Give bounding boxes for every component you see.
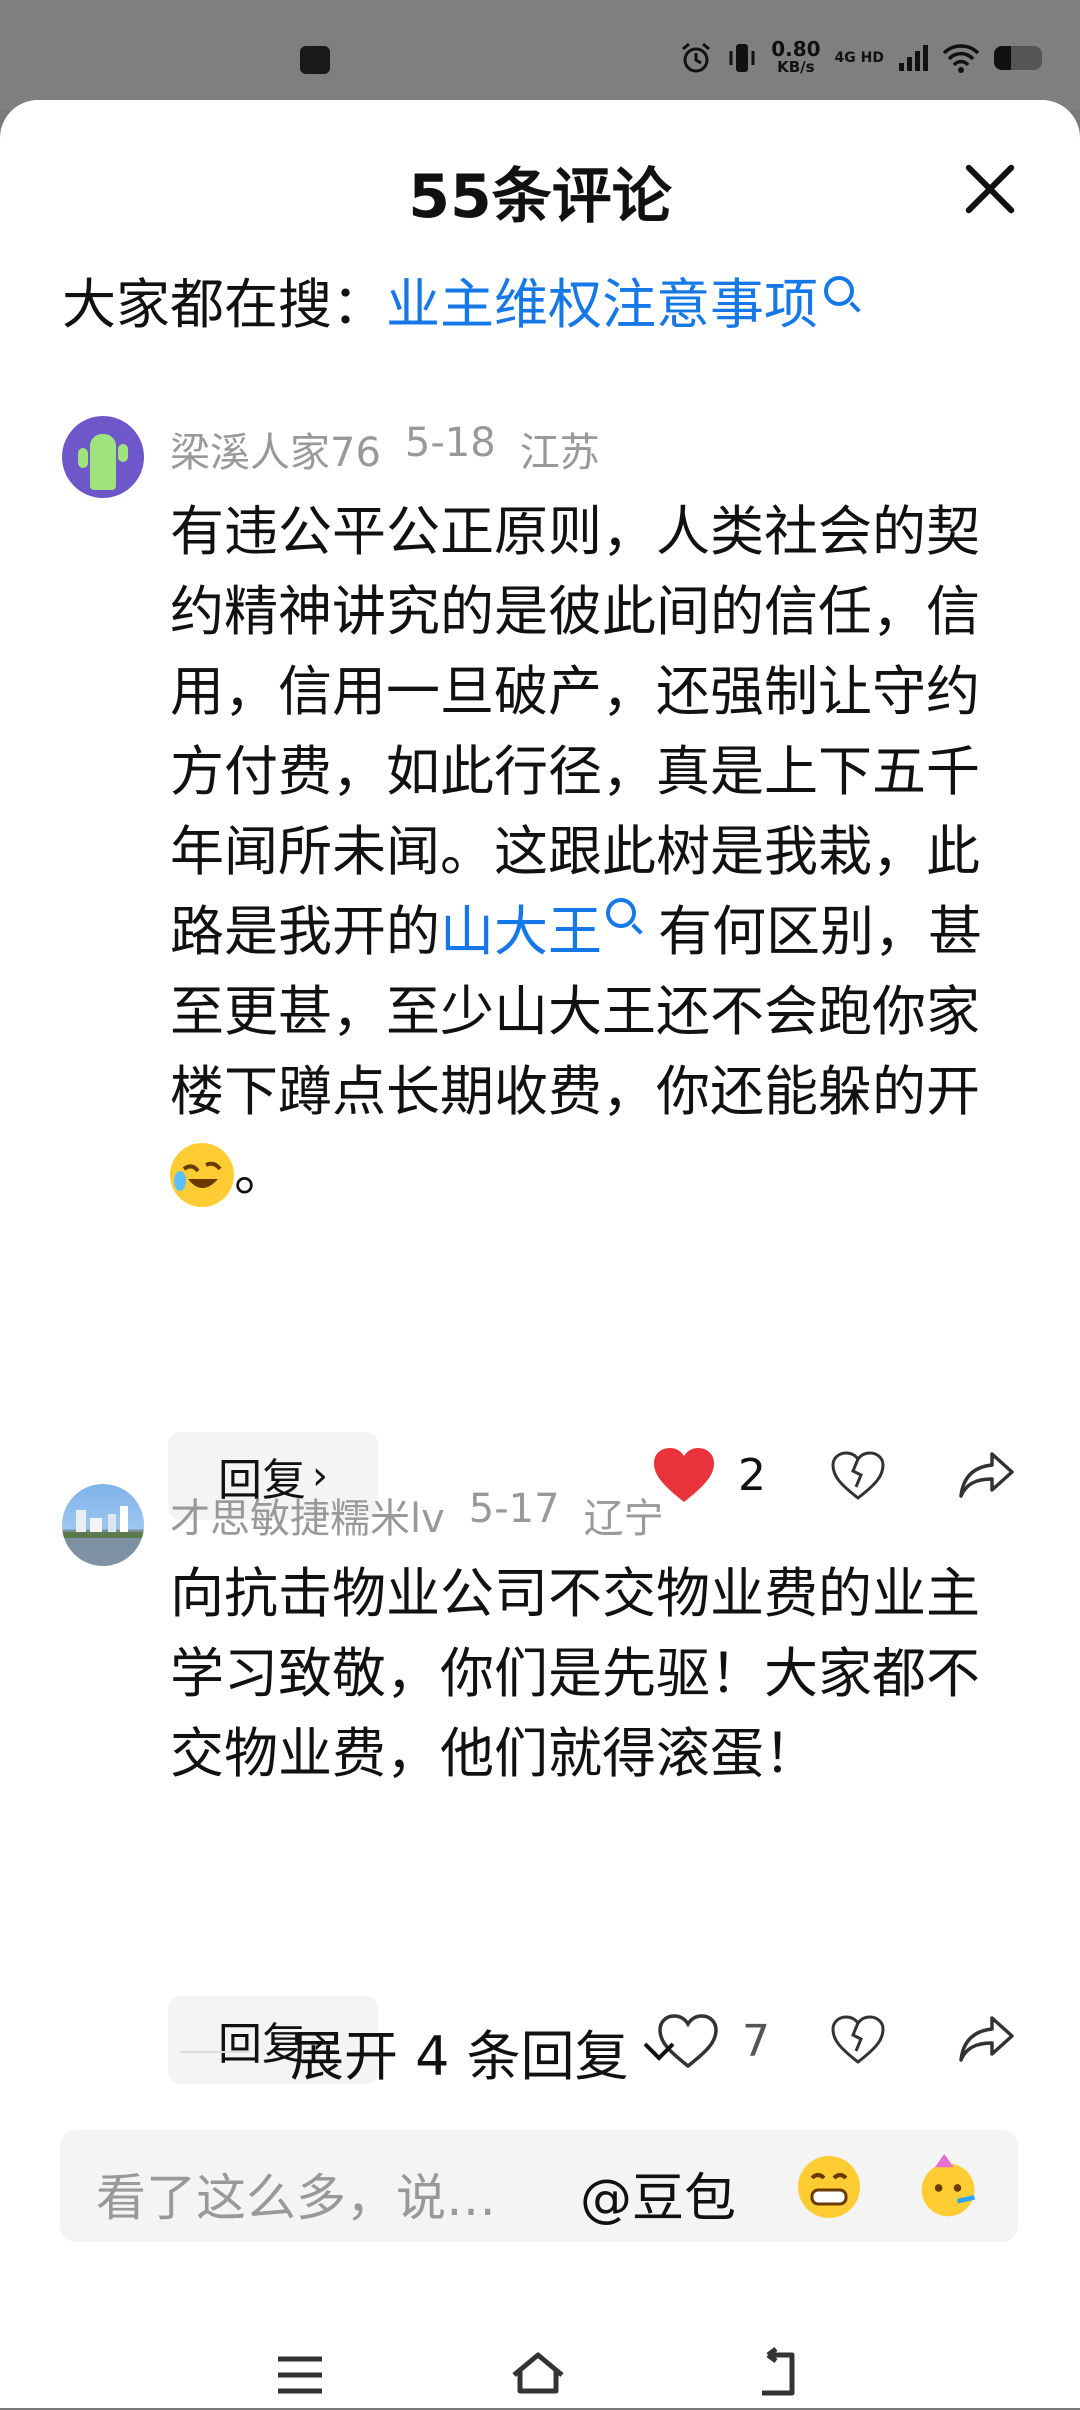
- comment-username[interactable]: 才思敏捷糯米lv: [170, 1486, 445, 1544]
- network-type: 4G HD: [834, 50, 884, 66]
- party-face-emoji-icon[interactable]: [916, 2154, 982, 2220]
- comment-input-placeholder[interactable]: 看了这么多，说…: [96, 2158, 496, 2230]
- like-count: 2: [738, 1449, 766, 1501]
- avatar[interactable]: [62, 416, 144, 498]
- comment-meta: 才思敏捷糯米lv 5-17 辽宁: [170, 1486, 664, 1544]
- comment-meta: 梁溪人家76 5-18 江苏: [170, 420, 600, 478]
- net-speed-value: 0.80: [771, 37, 821, 61]
- dislike-icon[interactable]: [830, 2014, 886, 2066]
- like-count: 7: [742, 2015, 770, 2067]
- share-icon[interactable]: [958, 2014, 1016, 2064]
- battery-icon: [994, 46, 1042, 70]
- wifi-icon: [942, 44, 980, 73]
- grinning-emoji-icon[interactable]: [796, 2154, 862, 2220]
- rolling-on-floor-laughing-emoji-icon: [170, 1143, 234, 1208]
- vibrate-icon: [729, 44, 755, 72]
- comment-text-end: 。: [234, 1140, 288, 1203]
- status-bar: 0.80 KB/s 4G HD: [0, 0, 1080, 110]
- close-button[interactable]: [955, 154, 1025, 224]
- comment-username[interactable]: 梁溪人家76: [170, 420, 381, 478]
- keyword-link[interactable]: 山大王: [440, 900, 602, 963]
- search-icon: [824, 275, 854, 306]
- trending-search: 大家都在搜： 业主维权注意事项: [62, 260, 854, 339]
- chevron-down-icon: [643, 2042, 675, 2061]
- comment-location: 辽宁: [583, 1496, 664, 1542]
- comment-date: 5-17: [468, 1486, 560, 1532]
- comments-sheet: 55条评论 大家都在搜： 业主维权注意事项 梁溪人家76 5-18 江苏 有违公…: [0, 100, 1080, 2408]
- page-title: 55条评论: [408, 162, 672, 232]
- avatar[interactable]: [62, 1484, 144, 1566]
- mention-button[interactable]: @豆包: [580, 2156, 736, 2231]
- trending-search-link[interactable]: 业主维权注意事项: [386, 260, 818, 339]
- signal-icon: [899, 45, 928, 71]
- comment-text-part1: 有违公平公正原则，人类社会的契约精神讲究的是彼此间的信任，信用，信用一旦破产，还…: [170, 500, 980, 963]
- share-icon[interactable]: [958, 1450, 1016, 1500]
- net-speed: 0.80 KB/s: [771, 37, 821, 76]
- back-icon[interactable]: [750, 2345, 810, 2405]
- comment-text: 有违公平公正原则，人类社会的契约精神讲究的是彼此间的信任，信用，信用一旦破产，还…: [170, 492, 1030, 1212]
- comment-location: 江苏: [519, 430, 600, 476]
- expand-replies-label: 展开 4 条回复: [290, 2025, 629, 2088]
- trending-search-prefix: 大家都在搜：: [62, 273, 386, 336]
- like-button[interactable]: 2: [652, 1446, 766, 1504]
- alarm-icon: [682, 42, 711, 73]
- notification-icon: [300, 46, 330, 74]
- divider: [180, 2050, 250, 2053]
- cactus-icon: [78, 434, 128, 490]
- expand-replies-button[interactable]: 展开 4 条回复: [180, 2012, 679, 2091]
- comment-text: 向抗击物业公司不交物业费的业主学习致敬，你们是先驱！大家都不交物业费，他们就得滚…: [170, 1562, 980, 1785]
- city-photo-icon: [62, 1506, 144, 1538]
- net-speed-unit: KB/s: [777, 58, 815, 76]
- search-icon: [606, 898, 636, 928]
- menu-icon[interactable]: [270, 2345, 330, 2405]
- home-icon[interactable]: [508, 2345, 568, 2405]
- comment-input-bar[interactable]: 看了这么多，说… @豆包: [60, 2130, 1018, 2242]
- dislike-icon[interactable]: [830, 1450, 886, 1502]
- system-nav-bar: [0, 2300, 1080, 2410]
- comment-date: 5-18: [404, 420, 496, 466]
